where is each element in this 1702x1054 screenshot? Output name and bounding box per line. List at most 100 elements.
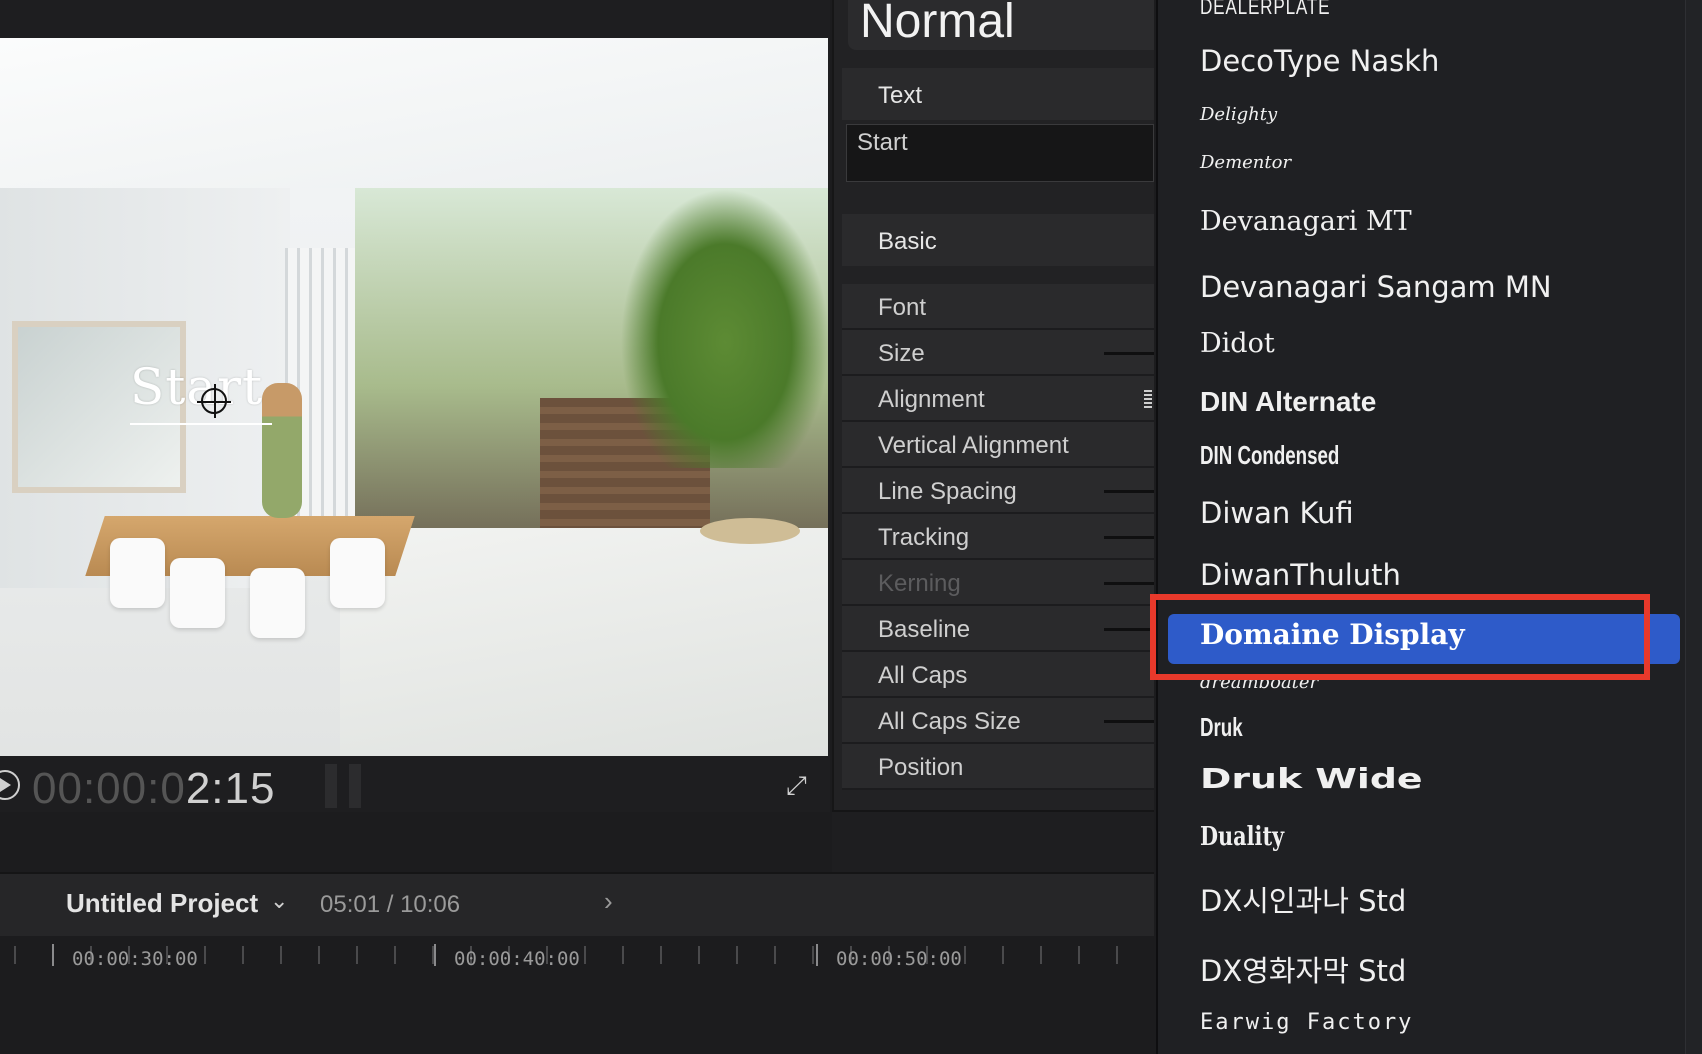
chevron-down-icon[interactable]: ⌄ (270, 888, 288, 914)
param-row[interactable]: Kerning (842, 560, 1154, 606)
param-row[interactable]: Alignment (842, 376, 1154, 422)
font-menu-item[interactable]: Diwan Kufi (1200, 496, 1354, 530)
fullscreen-expand-icon[interactable]: ⤢ (786, 772, 812, 798)
meter-left (325, 764, 337, 808)
param-row[interactable]: Size (842, 330, 1154, 376)
font-menu-item[interactable]: Dementor (1200, 152, 1291, 173)
param-slider[interactable] (1104, 490, 1154, 493)
font-menu-item[interactable]: Devanagari Sangam MN (1200, 270, 1552, 304)
param-row[interactable]: Vertical Alignment (842, 422, 1154, 468)
font-menu-item[interactable]: DEALERPLATE (1200, 0, 1330, 20)
scene-chair (170, 558, 225, 628)
param-label: Size (878, 340, 925, 367)
font-menu-item[interactable]: Delighty (1200, 104, 1277, 125)
ruler-tick (1040, 946, 1042, 964)
scene-plate (700, 518, 800, 544)
style-preset-name: Normal (860, 0, 1015, 48)
ruler-tick (660, 946, 662, 964)
param-label: Baseline (878, 616, 971, 643)
position-target-icon[interactable] (197, 384, 231, 418)
timeline-ruler[interactable]: 00:00:30:00 00:00:40:00 00:00:50:00 (0, 936, 1154, 1054)
ruler-tick (280, 946, 282, 964)
play-icon[interactable] (0, 770, 20, 800)
chevron-right-icon[interactable]: › (604, 886, 613, 917)
param-label: Kerning (878, 570, 961, 597)
font-menu-item[interactable]: Didot (1200, 328, 1275, 359)
font-menu-item[interactable]: Devanagari MT (1200, 206, 1412, 237)
ruler-tick (356, 946, 358, 964)
ruler-tick (698, 946, 700, 964)
font-menu-item[interactable]: DX시인과나 Std (1200, 878, 1406, 920)
font-dropdown-menu: DEALERPLATE DecoType Naskh Delighty Demento… (1156, 0, 1702, 1054)
font-menu-item[interactable]: DiwanThuluth (1200, 558, 1401, 592)
ruler-tick (1002, 946, 1004, 964)
timecode-leading: 00:00:0 (32, 764, 186, 813)
font-menu-item[interactable]: Duality (1200, 822, 1284, 852)
section-text[interactable]: Text (842, 68, 1154, 120)
ruler-tick (318, 946, 320, 964)
param-row[interactable]: All Caps (842, 652, 1154, 698)
audio-meters (325, 764, 365, 808)
text-input-value: Start (857, 129, 908, 156)
ruler-tick (242, 946, 244, 964)
param-label: Position (878, 754, 964, 781)
param-label: All Caps Size (878, 708, 1021, 735)
ruler-tick (584, 946, 586, 964)
param-slider[interactable] (1104, 536, 1154, 539)
video-frame[interactable]: Start (0, 38, 828, 756)
scene-chair (110, 538, 165, 608)
param-label: All Caps (878, 662, 968, 689)
scene-counter (340, 528, 828, 756)
section-basic[interactable]: Basic (842, 214, 1154, 266)
ruler-tick (774, 946, 776, 964)
ruler-tick (14, 946, 16, 964)
param-row[interactable]: Line Spacing (842, 468, 1154, 514)
align-left-icon[interactable] (1144, 390, 1152, 408)
ruler-tick (1078, 946, 1080, 964)
title-overlay-text[interactable]: Start (130, 358, 263, 416)
param-slider[interactable] (1104, 628, 1154, 631)
annotation-highlight-box (1150, 594, 1650, 680)
ruler-tick (812, 946, 814, 964)
param-slider[interactable] (1104, 720, 1154, 723)
font-menu-item[interactable]: DecoType Naskh (1200, 44, 1439, 78)
text-style-preset[interactable]: Normal (848, 0, 1154, 50)
font-menu-item[interactable]: Druk Wide (1200, 762, 1423, 795)
param-row[interactable]: Tracking (842, 514, 1154, 560)
viewer: Start 00:00:02:15 ⤢ (0, 0, 830, 814)
text-input[interactable]: Start (846, 124, 1154, 182)
project-name[interactable]: Untitled Project (66, 888, 258, 919)
param-label: Alignment (878, 386, 985, 413)
ruler-tick (622, 946, 624, 964)
param-slider[interactable] (1104, 352, 1154, 355)
ruler-label: 00:00:30:00 (72, 948, 198, 970)
timecode-display[interactable]: 00:00:02:15 (32, 764, 275, 814)
ruler-major-tick (816, 944, 818, 966)
scene-plant (620, 188, 828, 468)
font-menu-item[interactable]: Earwig Factory (1200, 1010, 1413, 1035)
param-row[interactable]: All Caps Size (842, 698, 1154, 744)
ruler-tick (1116, 946, 1118, 964)
divider (832, 0, 834, 812)
timecode-value: 2:15 (185, 764, 276, 813)
param-row[interactable]: Position (842, 744, 1154, 790)
font-menu-item[interactable]: Druk (1200, 712, 1243, 743)
param-row[interactable]: Baseline (842, 606, 1154, 652)
ruler-label: 00:00:40:00 (454, 948, 580, 970)
param-label: Vertical Alignment (878, 432, 1069, 459)
font-menu-item[interactable]: DIN Condensed (1200, 440, 1339, 471)
param-row[interactable]: Font (842, 284, 1154, 330)
menu-scroll-edge (1685, 0, 1702, 1054)
project-duration: 05:01 / 10:06 (320, 891, 461, 918)
title-baseline (130, 423, 272, 425)
ruler-tick (204, 946, 206, 964)
ruler-tick (736, 946, 738, 964)
param-label: Line Spacing (878, 478, 1017, 505)
scene-ceiling (0, 38, 828, 188)
param-slider[interactable] (1104, 582, 1154, 585)
font-menu-item[interactable]: DIN Alternate (1200, 386, 1376, 418)
font-menu-item[interactable]: DX영화자막 Std (1200, 948, 1406, 990)
param-label: Font (878, 294, 927, 321)
scene-chair (250, 568, 305, 638)
ruler-major-tick (434, 944, 436, 966)
